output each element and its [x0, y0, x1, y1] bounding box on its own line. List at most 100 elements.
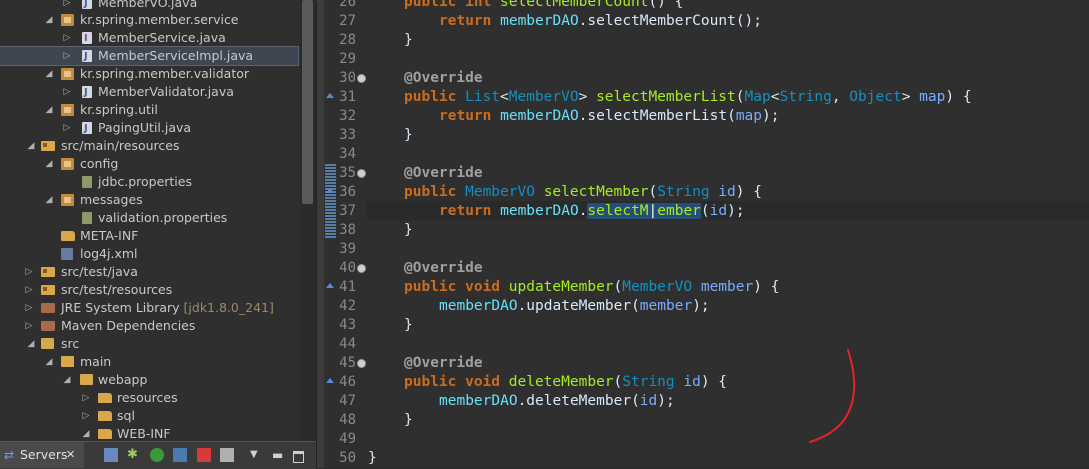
fold-toggle-icon[interactable]	[357, 359, 366, 368]
collapse-arrow-icon[interactable]: ◢	[44, 155, 54, 173]
tree-item-package-validator[interactable]: ◢ kr.spring.member.validator	[0, 65, 300, 83]
line-number: 30	[339, 70, 356, 86]
properties-file-icon	[82, 212, 92, 224]
view-menu-icon[interactable]: ▼	[250, 448, 264, 462]
fold-toggle-icon[interactable]	[357, 264, 366, 273]
collapse-arrow-icon[interactable]: ◢	[26, 335, 36, 353]
tree-item-label: src/test/resources	[61, 282, 173, 297]
expand-arrow-icon[interactable]: ▷	[24, 317, 34, 335]
code-line-30: @Override	[404, 70, 483, 86]
code-line-45: @Override	[404, 355, 483, 371]
close-icon[interactable]: ✕	[66, 442, 75, 468]
override-marker-icon[interactable]	[326, 93, 334, 98]
code-line-26: public int selectMemberCount() {	[404, 0, 684, 10]
override-marker-icon[interactable]	[326, 283, 334, 288]
debug-server-icon[interactable]: ✱	[127, 448, 141, 462]
source-folder-icon	[41, 267, 55, 277]
tree-item-main[interactable]: ◢ main	[0, 353, 300, 371]
tree-item-label: sql	[117, 408, 135, 423]
tree-item-src-test-resources[interactable]: ▷ src/test/resources	[0, 281, 300, 299]
tree-item-package-util[interactable]: ◢ kr.spring.util	[0, 101, 300, 119]
tree-item-jre-library[interactable]: ▷ JRE System Library [jdk1.8.0_241]	[0, 299, 300, 317]
tree-item-webapp[interactable]: ◢ webapp	[0, 371, 300, 389]
override-marker-icon[interactable]	[326, 188, 334, 193]
fold-toggle-icon[interactable]	[357, 169, 366, 178]
profile-server-icon[interactable]	[173, 448, 187, 462]
tree-item-messages[interactable]: ◢ messages	[0, 191, 300, 209]
code-line-43: }	[404, 317, 413, 333]
package-icon	[61, 68, 74, 80]
folder-icon	[41, 338, 54, 349]
collapse-arrow-icon[interactable]: ◢	[44, 191, 54, 209]
expand-arrow-icon[interactable]: ▷	[24, 281, 34, 299]
code-line-48: }	[404, 412, 413, 428]
collapse-arrow-icon[interactable]: ◢	[44, 353, 54, 371]
tree-item-sql[interactable]: ▷ sql	[0, 407, 300, 425]
tree-item-package-service[interactable]: ◢ kr.spring.member.service	[0, 11, 300, 29]
tree-item-web-inf[interactable]: ◢ WEB-INF	[0, 425, 300, 441]
tab-label: Servers	[20, 447, 68, 462]
collapse-arrow-icon[interactable]: ◢	[26, 137, 36, 155]
collapse-arrow-icon[interactable]: ◢	[44, 65, 54, 83]
tree-item-src-main-resources[interactable]: ◢ src/main/resources	[0, 137, 300, 155]
explorer-scrollbar-thumb[interactable]	[302, 0, 313, 204]
expand-arrow-icon[interactable]: ▷	[62, 47, 72, 65]
code-line-33: }	[404, 127, 413, 143]
line-number: 48	[339, 412, 356, 428]
code-line-46: public void deleteMember(String id) {	[404, 374, 728, 390]
package-icon	[61, 14, 74, 26]
tree-item-maven-deps[interactable]: ▷ Maven Dependencies	[0, 317, 300, 335]
tree-item-memberserviceimpl[interactable]: ▷ MemberServiceImpl.java	[0, 46, 299, 66]
tree-item-membervalidator[interactable]: ▷ MemberValidator.java	[0, 83, 300, 102]
code-line-47: memberDAO.deleteMember(id);	[439, 393, 675, 409]
collapse-arrow-icon[interactable]: ◢	[44, 101, 54, 119]
tree-item-meta-inf[interactable]: META-INF	[0, 227, 300, 245]
tree-item-validation-properties[interactable]: validation.properties	[0, 209, 300, 227]
line-number: 44	[339, 336, 356, 352]
expand-arrow-icon[interactable]: ▷	[62, 119, 72, 137]
tree-item-pagingutil[interactable]: ▷ PagingUtil.java	[0, 119, 300, 138]
line-number: 29	[339, 51, 356, 67]
maximize-icon[interactable]	[293, 451, 304, 463]
override-marker-icon[interactable]	[326, 378, 334, 383]
folder-icon	[80, 374, 93, 385]
jdk-version-label: [jdk1.8.0_241]	[183, 300, 274, 315]
expand-arrow-icon[interactable]: ▷	[81, 407, 91, 425]
minimize-icon[interactable]: ▬	[272, 448, 286, 462]
interface-file-icon	[82, 30, 92, 48]
expand-arrow-icon[interactable]: ▷	[62, 29, 72, 47]
collapse-arrow-icon[interactable]: ◢	[62, 371, 72, 389]
expand-arrow-icon[interactable]: ▷	[62, 83, 72, 101]
folder-icon	[98, 393, 112, 403]
folder-icon	[98, 429, 112, 439]
java-file-icon	[82, 120, 92, 138]
tree-item-label: config	[80, 156, 119, 171]
code-editor[interactable]: 26 27 28 29 30 31 32 33 34 35 36 37 38 3…	[324, 0, 1089, 468]
tree-item-log4j-xml[interactable]: log4j.xml	[0, 245, 300, 263]
start-server-icon[interactable]	[150, 448, 164, 462]
expand-arrow-icon[interactable]: ▷	[24, 263, 34, 281]
java-file-icon	[82, 84, 92, 102]
expand-arrow-icon[interactable]: ▷	[81, 389, 91, 407]
tree-item-src[interactable]: ◢ src	[0, 335, 300, 353]
expand-arrow-icon[interactable]: ▷	[24, 299, 34, 317]
tree-item-src-test-java[interactable]: ▷ src/test/java	[0, 263, 300, 281]
code-line-40: @Override	[404, 260, 483, 276]
tab-servers[interactable]: ⇄ Servers ✕	[0, 442, 84, 468]
stop-server-icon[interactable]	[197, 448, 211, 462]
collapse-all-icon[interactable]	[104, 448, 118, 462]
fold-toggle-icon[interactable]	[357, 74, 366, 83]
tree-item-config[interactable]: ◢ config	[0, 155, 300, 173]
tree-item-label: WEB-INF	[117, 426, 171, 441]
line-number: 27	[339, 13, 356, 29]
publish-icon[interactable]	[220, 448, 234, 462]
collapse-arrow-icon[interactable]: ◢	[44, 11, 54, 29]
collapse-arrow-icon[interactable]: ◢	[81, 425, 91, 441]
tree-item-jdbc-properties[interactable]: jdbc.properties	[0, 173, 300, 191]
line-number: 49	[339, 431, 356, 447]
tree-item-resources[interactable]: ▷ resources	[0, 389, 300, 407]
line-number: 32	[339, 108, 356, 124]
java-file-icon	[82, 0, 92, 13]
tree-item-memberservice[interactable]: ▷ MemberService.java	[0, 29, 300, 48]
line-number: 33	[339, 127, 356, 143]
